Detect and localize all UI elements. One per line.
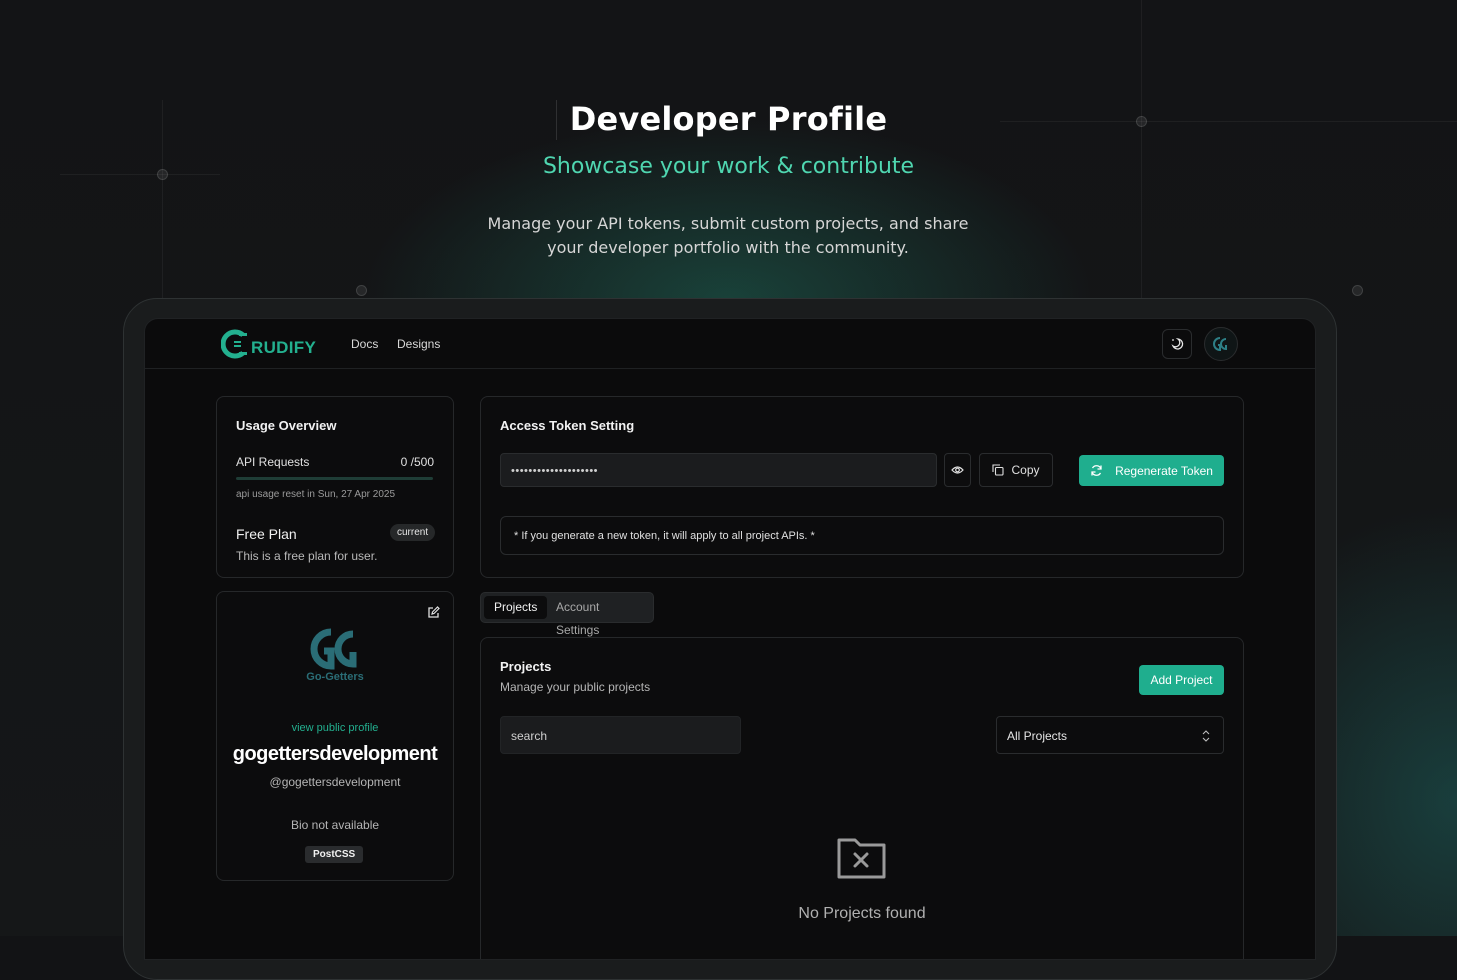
theme-toggle-button[interactable] — [1162, 329, 1192, 359]
usage-title: Usage Overview — [236, 418, 337, 433]
grid-dot — [356, 285, 367, 296]
usage-overview-card: Usage Overview API Requests 0 /500 api u… — [216, 396, 454, 578]
copy-label: Copy — [1011, 463, 1040, 477]
api-usage-progress — [236, 477, 433, 480]
hero-description: Manage your API tokens, submit custom pr… — [487, 214, 969, 257]
grid-dot — [1352, 285, 1363, 296]
projects-card: Projects Manage your public projects Add… — [480, 637, 1244, 959]
tab-list: Projects Account Settings — [480, 592, 654, 637]
go-getters-logo: Go-Getters — [305, 624, 365, 694]
eye-icon — [951, 466, 964, 474]
grid-line — [1141, 0, 1142, 300]
plan-name: Free Plan — [236, 526, 297, 542]
token-field[interactable]: •••••••••••••••••••• — [500, 453, 937, 487]
api-requests-label: API Requests — [236, 455, 310, 469]
copy-icon — [992, 464, 1005, 476]
project-filter-select[interactable]: All Projects — [996, 716, 1224, 754]
projects-subtitle: Manage your public projects — [500, 680, 651, 694]
refresh-icon — [1091, 465, 1102, 476]
plan-description: This is a free plan for user. — [236, 549, 378, 563]
go-getters-mark-icon — [310, 628, 357, 670]
hero-subtitle: Showcase your work & contribute — [542, 154, 915, 179]
app-screen: RUDIFY Docs Designs Usage Overview API R… — [144, 318, 1316, 960]
regenerate-label: Regenerate Token — [1115, 463, 1213, 478]
go-getters-logo-text: Go-Getters — [306, 671, 364, 683]
regenerate-token-button[interactable]: Regenerate Token — [1079, 455, 1224, 486]
folder-x-icon — [837, 838, 886, 879]
project-filter-value: All Projects — [1007, 729, 1068, 743]
moon-sun-icon — [1171, 338, 1184, 350]
edit-icon[interactable] — [427, 606, 440, 619]
go-getters-logo — [1213, 337, 1227, 352]
user-avatar[interactable] — [1204, 327, 1238, 361]
profile-username: gogettersdevelopment — [232, 743, 438, 765]
hero-title: Developer Profile — [569, 100, 888, 138]
projects-title: Projects — [500, 659, 552, 674]
access-token-title: Access Token Setting — [500, 418, 635, 433]
chevron-updown-icon — [1202, 730, 1210, 742]
add-project-button[interactable]: Add Project — [1139, 665, 1224, 695]
usage-reset-text: api usage reset in Sun, 27 Apr 2025 — [236, 489, 396, 500]
plan-current-badge: current — [390, 524, 436, 541]
nav-link-designs[interactable]: Designs — [397, 337, 440, 351]
brand-name: RUDIFY — [251, 338, 317, 357]
skill-tag: PostCSS — [305, 846, 364, 863]
profile-card: Go-Getters view public profile gogetters… — [216, 591, 454, 881]
view-public-profile-link[interactable]: view public profile — [217, 722, 453, 734]
copy-token-button[interactable]: Copy — [979, 453, 1053, 487]
tab-projects[interactable]: Projects — [484, 596, 548, 619]
brand-logo[interactable]: RUDIFY — [221, 329, 316, 359]
api-requests-count: 0 /500 — [400, 455, 434, 469]
access-token-card: Access Token Setting •••••••••••••••••••… — [480, 396, 1244, 578]
empty-state-text: No Projects found — [798, 905, 926, 922]
profile-bio: Bio not available — [290, 818, 380, 832]
project-search-input[interactable]: search — [500, 716, 741, 754]
top-nav: RUDIFY Docs Designs — [145, 319, 1315, 369]
token-note: * If you generate a new token, it will a… — [500, 516, 1224, 555]
crudify-c-icon — [221, 329, 247, 359]
show-token-button[interactable] — [944, 453, 971, 487]
nav-link-docs[interactable]: Docs — [351, 337, 378, 351]
profile-handle: @gogettersdevelopment — [269, 775, 401, 789]
tab-account-settings[interactable]: Account Settings — [546, 596, 653, 637]
